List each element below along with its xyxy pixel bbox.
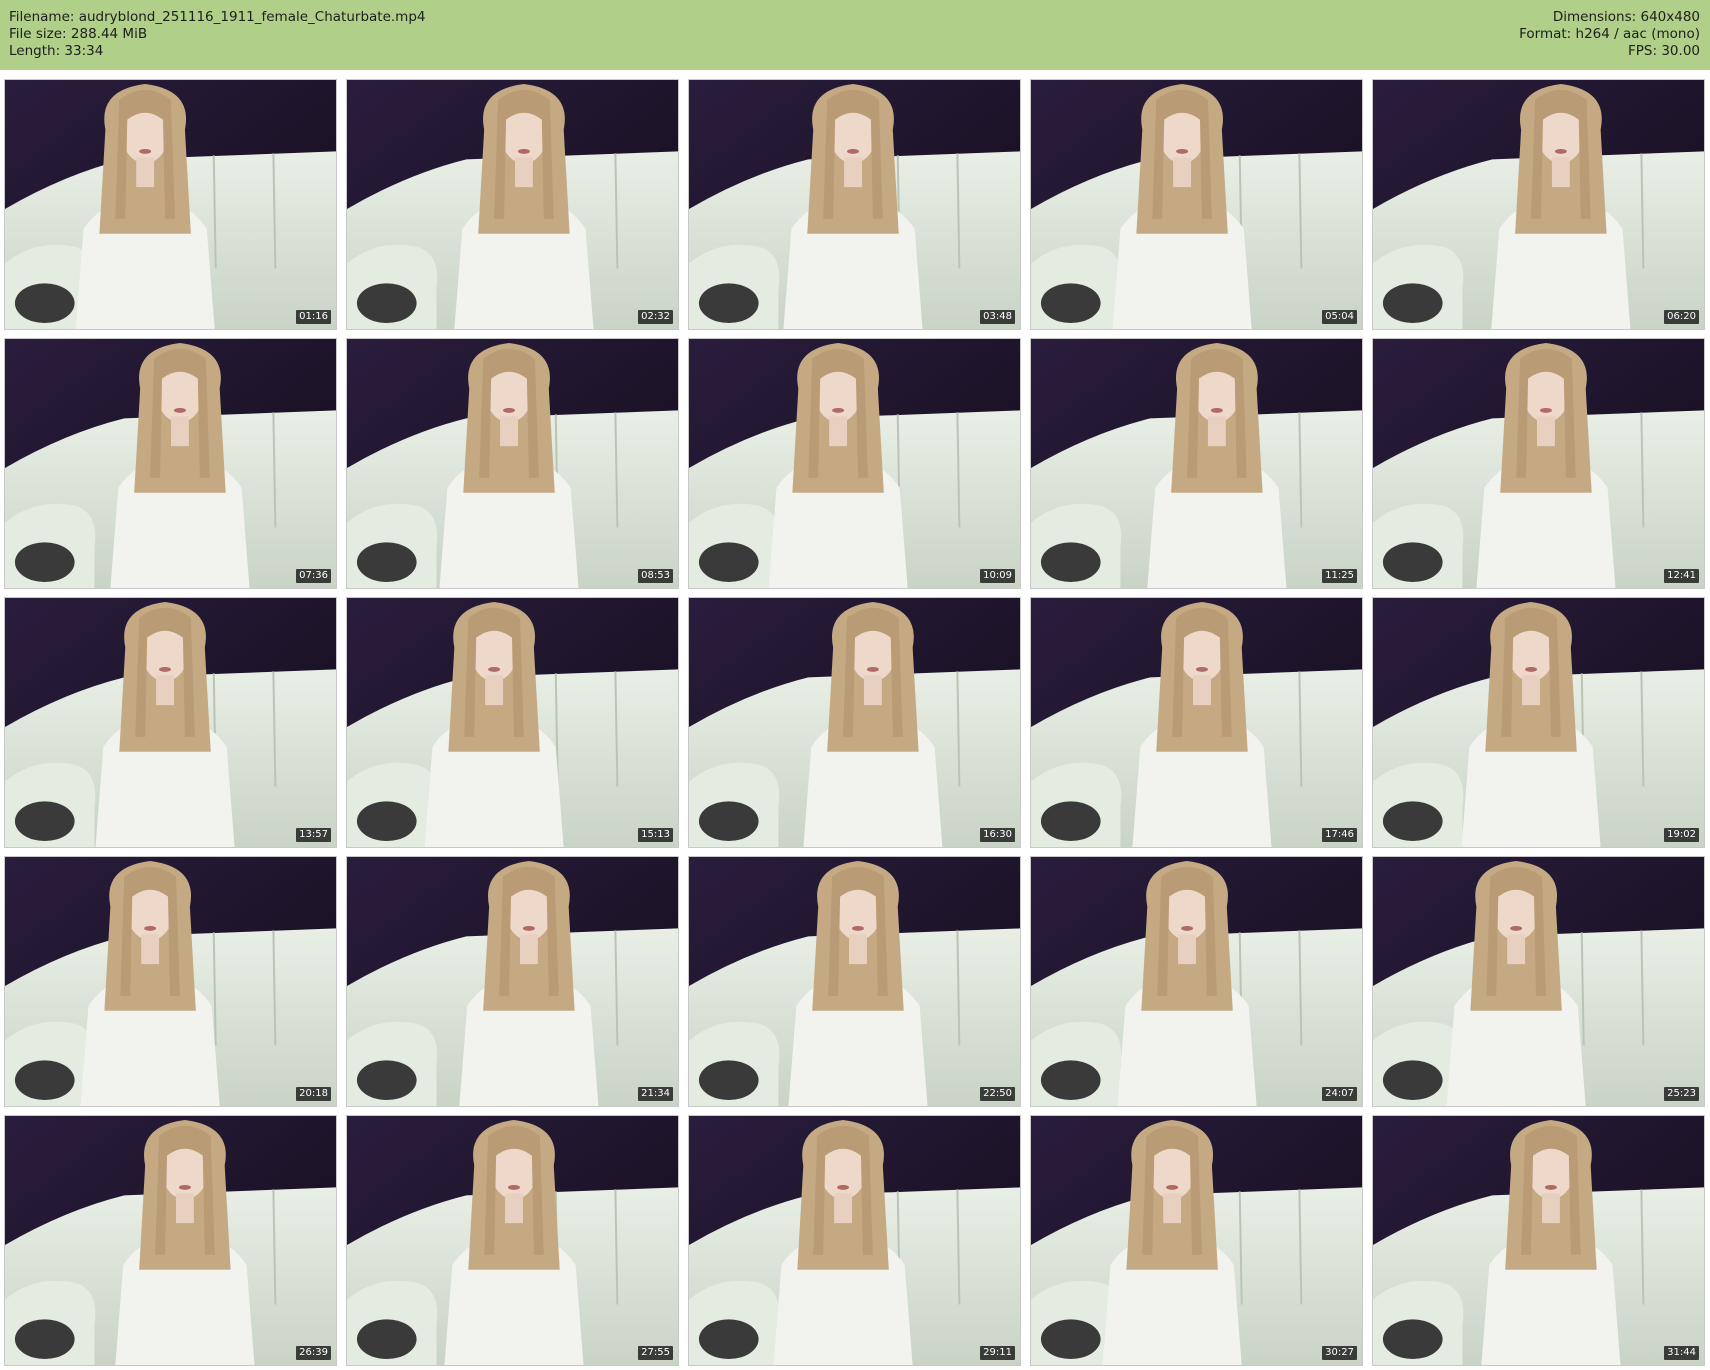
frame-image bbox=[1373, 1116, 1704, 1365]
frame-image bbox=[5, 80, 336, 329]
thumbnail-frame[interactable]: 12:41 bbox=[1372, 338, 1705, 589]
thumbnail-frame[interactable]: 10:09 bbox=[688, 338, 1021, 589]
frame-image bbox=[1031, 80, 1362, 329]
thumbnail-frame[interactable]: 16:30 bbox=[688, 597, 1021, 848]
format-text: Format: h264 / aac (mono) bbox=[1519, 26, 1700, 42]
timestamp-label: 05:04 bbox=[1322, 310, 1357, 324]
thumbnail-grid: 01:16 02:32 03:48 05:04 06:20 07:36 08:5… bbox=[4, 79, 1706, 1366]
timestamp-label: 07:36 bbox=[296, 569, 331, 583]
timestamp-label: 06:20 bbox=[1664, 310, 1699, 324]
timestamp-label: 31:44 bbox=[1664, 1346, 1699, 1360]
filesize-text: File size: 288.44 MiB bbox=[9, 26, 148, 42]
timestamp-label: 25:23 bbox=[1664, 1087, 1699, 1101]
frame-image bbox=[1031, 857, 1362, 1106]
frame-image bbox=[689, 598, 1020, 847]
timestamp-label: 22:50 bbox=[980, 1087, 1015, 1101]
thumbnail-frame[interactable]: 06:20 bbox=[1372, 79, 1705, 330]
thumbnail-frame[interactable]: 19:02 bbox=[1372, 597, 1705, 848]
thumbnail-frame[interactable]: 30:27 bbox=[1030, 1115, 1363, 1366]
thumbnail-frame[interactable]: 15:13 bbox=[346, 597, 679, 848]
frame-image bbox=[347, 598, 678, 847]
thumbnail-frame[interactable]: 03:48 bbox=[688, 79, 1021, 330]
frame-image bbox=[1031, 1116, 1362, 1365]
frame-image bbox=[347, 1116, 678, 1365]
timestamp-label: 12:41 bbox=[1664, 569, 1699, 583]
frame-image bbox=[1373, 80, 1704, 329]
info-header: Filename: audryblond_251116_1911_female_… bbox=[0, 0, 1710, 70]
stream-info: Dimensions: 640x480 Format: h264 / aac (… bbox=[1519, 9, 1700, 60]
file-info: Filename: audryblond_251116_1911_female_… bbox=[9, 9, 425, 60]
timestamp-label: 29:11 bbox=[980, 1346, 1015, 1360]
thumbnail-frame[interactable]: 25:23 bbox=[1372, 856, 1705, 1107]
timestamp-label: 19:02 bbox=[1664, 828, 1699, 842]
timestamp-label: 10:09 bbox=[980, 569, 1015, 583]
dimensions-text: Dimensions: 640x480 bbox=[1552, 9, 1700, 25]
timestamp-label: 21:34 bbox=[638, 1087, 673, 1101]
frame-image bbox=[5, 339, 336, 588]
frame-image bbox=[5, 857, 336, 1106]
fps-text: FPS: 30.00 bbox=[1628, 43, 1700, 59]
thumbnail-frame[interactable]: 31:44 bbox=[1372, 1115, 1705, 1366]
timestamp-label: 16:30 bbox=[980, 828, 1015, 842]
timestamp-label: 11:25 bbox=[1322, 569, 1357, 583]
thumbnail-frame[interactable]: 26:39 bbox=[4, 1115, 337, 1366]
timestamp-label: 15:13 bbox=[638, 828, 673, 842]
thumbnail-frame[interactable]: 05:04 bbox=[1030, 79, 1363, 330]
frame-image bbox=[1031, 339, 1362, 588]
thumbnail-frame[interactable]: 13:57 bbox=[4, 597, 337, 848]
frame-image bbox=[1031, 598, 1362, 847]
thumbnail-frame[interactable]: 08:53 bbox=[346, 338, 679, 589]
length-text: Length: 33:34 bbox=[9, 43, 104, 59]
thumbnail-frame[interactable]: 27:55 bbox=[346, 1115, 679, 1366]
timestamp-label: 24:07 bbox=[1322, 1087, 1357, 1101]
frame-image bbox=[347, 339, 678, 588]
thumbnail-frame[interactable]: 07:36 bbox=[4, 338, 337, 589]
timestamp-label: 13:57 bbox=[296, 828, 331, 842]
frame-image bbox=[1373, 598, 1704, 847]
timestamp-label: 08:53 bbox=[638, 569, 673, 583]
timestamp-label: 30:27 bbox=[1322, 1346, 1357, 1360]
frame-image bbox=[689, 857, 1020, 1106]
frame-image bbox=[1373, 339, 1704, 588]
filename-text: Filename: audryblond_251116_1911_female_… bbox=[9, 9, 426, 25]
timestamp-label: 02:32 bbox=[638, 310, 673, 324]
thumbnail-frame[interactable]: 11:25 bbox=[1030, 338, 1363, 589]
frame-image bbox=[1373, 857, 1704, 1106]
timestamp-label: 26:39 bbox=[296, 1346, 331, 1360]
thumbnail-frame[interactable]: 24:07 bbox=[1030, 856, 1363, 1107]
timestamp-label: 27:55 bbox=[638, 1346, 673, 1360]
thumbnail-frame[interactable]: 29:11 bbox=[688, 1115, 1021, 1366]
thumbnail-frame[interactable]: 17:46 bbox=[1030, 597, 1363, 848]
timestamp-label: 03:48 bbox=[980, 310, 1015, 324]
thumbnail-frame[interactable]: 20:18 bbox=[4, 856, 337, 1107]
timestamp-label: 20:18 bbox=[296, 1087, 331, 1101]
thumbnail-frame[interactable]: 02:32 bbox=[346, 79, 679, 330]
frame-image bbox=[347, 857, 678, 1106]
frame-image bbox=[347, 80, 678, 329]
timestamp-label: 17:46 bbox=[1322, 828, 1357, 842]
frame-image bbox=[5, 1116, 336, 1365]
thumbnail-frame[interactable]: 01:16 bbox=[4, 79, 337, 330]
frame-image bbox=[689, 1116, 1020, 1365]
timestamp-label: 01:16 bbox=[296, 310, 331, 324]
thumbnail-frame[interactable]: 21:34 bbox=[346, 856, 679, 1107]
frame-image bbox=[689, 80, 1020, 329]
frame-image bbox=[5, 598, 336, 847]
frame-image bbox=[689, 339, 1020, 588]
thumbnail-frame[interactable]: 22:50 bbox=[688, 856, 1021, 1107]
